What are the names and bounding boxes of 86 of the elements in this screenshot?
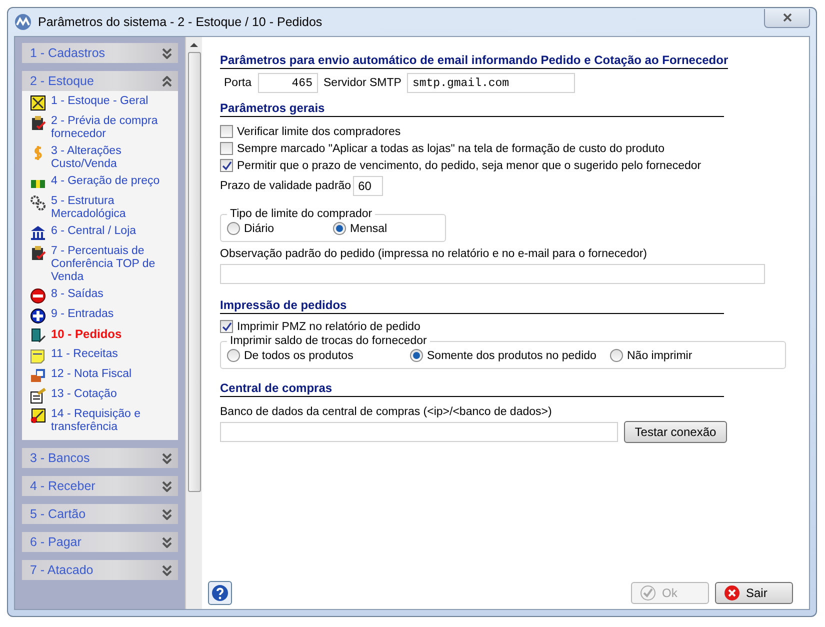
sidebar-item[interactable]: 13 - Cotação [30, 388, 174, 404]
help-button[interactable] [208, 581, 232, 605]
expand-icon[interactable] [162, 480, 172, 492]
scroll-up-icon[interactable] [190, 42, 198, 48]
expand-icon[interactable] [162, 452, 172, 464]
collapse-icon[interactable] [162, 76, 172, 86]
sidebar-item[interactable]: 5 - Estrutura Mercadológica [30, 195, 174, 221]
group-label: Imprimir saldo de trocas do fornecedor [229, 335, 428, 347]
close-icon [782, 13, 792, 22]
item-icon [30, 115, 46, 131]
window-title: Parâmetros do sistema - 2 - Estoque / 10 - Pedidos [38, 15, 322, 29]
expand-icon[interactable] [162, 508, 172, 520]
radio-button[interactable] [610, 349, 623, 362]
item-icon [30, 368, 46, 384]
radio-label: Não imprimir [627, 350, 692, 362]
radio-label: Diário [244, 222, 274, 234]
item-icon [30, 328, 46, 344]
expand-icon[interactable] [162, 48, 172, 58]
radio-button[interactable] [333, 222, 346, 235]
section-heading: Parâmetros para envio automático de email informando Pedido e Cotação ao Fornecedor [220, 53, 728, 69]
item-icon [30, 408, 46, 424]
item-icon [30, 95, 46, 111]
field-label: Prazo de validade padrão [220, 180, 352, 192]
item-icon [30, 308, 46, 324]
input-field[interactable]: 60 [353, 176, 384, 196]
scrollbar[interactable] [185, 37, 202, 609]
item-icon [30, 288, 46, 304]
exit-button[interactable]: Sair [715, 582, 793, 604]
test-connection-button[interactable]: Testar conexão [624, 421, 727, 443]
checkbox-label: Sempre marcado "Aplicar a todas as lojas" na tela de formação de custo do produto [237, 142, 665, 154]
sidebar-item[interactable]: 3 - Alterações Custo/Venda [30, 145, 174, 171]
checkbox-label: Verificar limite dos compradores [237, 126, 401, 138]
checkmark-icon [640, 585, 656, 601]
checkbox-label: Permitir que o prazo de vencimento, do pedido, seja menor que o sugerido pelo fornecedor [237, 160, 702, 172]
item-icon [30, 348, 46, 364]
sidebar-group-header[interactable]: 4 - Receber [22, 476, 178, 496]
radio-button[interactable] [410, 349, 423, 362]
section-heading: Impressão de pedidos [220, 298, 724, 314]
input-field[interactable]: smtp.gmail.com [407, 73, 576, 93]
sidebar-item[interactable]: 11 - Receitas [30, 348, 174, 364]
sidebar-item[interactable]: 10 - Pedidos [30, 328, 174, 344]
sidebar-item[interactable]: 14 - Requisição e transferência [30, 408, 174, 434]
close-icon [724, 585, 740, 601]
sidebar-item[interactable]: 7 - Percentuais de Conferência TOP de Venda [30, 245, 174, 284]
sidebar-group-header[interactable]: 1 - Cadastros [22, 43, 178, 63]
radio-button[interactable] [227, 349, 240, 362]
sidebar-item[interactable]: 4 - Geração de preço [30, 175, 174, 191]
app-logo-icon [14, 13, 32, 31]
checkbox[interactable] [220, 142, 233, 155]
checkbox[interactable] [220, 320, 233, 333]
item-icon [30, 388, 46, 404]
item-icon [30, 195, 46, 211]
field-label: Servidor SMTP [324, 77, 402, 89]
checkbox[interactable] [220, 125, 233, 138]
field-label: Porta [224, 77, 252, 89]
sidebar-item[interactable]: 9 - Entradas [30, 308, 174, 324]
sidebar-item[interactable]: 12 - Nota Fiscal [30, 368, 174, 384]
section-heading: Parâmetros gerais [220, 101, 724, 117]
section-heading: Central de compras [220, 381, 724, 397]
sidebar-group-header[interactable]: 2 - Estoque [22, 71, 178, 91]
item-icon [30, 245, 46, 261]
checkbox-label: Imprimir PMZ no relatório de pedido [237, 320, 420, 332]
sidebar-item[interactable]: 2 - Prévia de compra fornecedor [30, 115, 174, 141]
sidebar-item[interactable]: 6 - Central / Loja [30, 225, 174, 241]
input-field[interactable] [220, 264, 765, 284]
sidebar-group-header[interactable]: 6 - Pagar [22, 532, 178, 552]
input-field[interactable] [220, 422, 618, 442]
sidebar-group-header[interactable]: 7 - Atacado [22, 560, 178, 580]
item-icon [30, 225, 46, 241]
radio-label: De todos os produtos [244, 350, 354, 362]
radio-label: Mensal [350, 222, 388, 234]
group-label: Tipo de limite do comprador [229, 208, 374, 220]
sidebar-item[interactable]: 1 - Estoque - Geral [30, 95, 174, 111]
sidebar-group-header[interactable]: 5 - Cartão [22, 504, 178, 524]
checkbox[interactable] [220, 159, 233, 172]
help-icon [211, 584, 229, 602]
sidebar-group-header[interactable]: 3 - Bancos [22, 448, 178, 468]
field-label: Observação padrão do pedido (impressa no relatório e no e-mail para o fornecedor) [220, 248, 648, 260]
radio-label: Somente dos produtos no pedido [427, 350, 596, 362]
close-button[interactable] [764, 8, 810, 28]
field-label: Banco de dados da central de compras (<ip>/<banco de dados>) [220, 406, 553, 418]
expand-icon[interactable] [162, 564, 172, 576]
sidebar-item[interactable]: 8 - Saídas [30, 288, 174, 304]
radio-button[interactable] [227, 222, 240, 235]
expand-icon[interactable] [162, 536, 172, 548]
input-field[interactable]: 465 [258, 73, 318, 93]
